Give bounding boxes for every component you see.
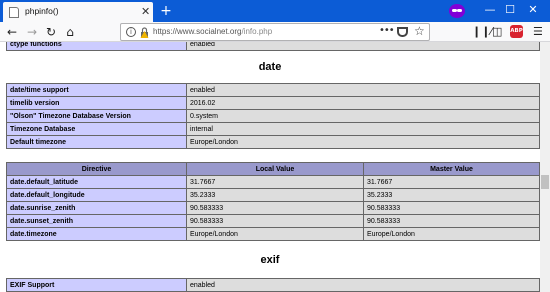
row-value: enabled: [186, 42, 540, 51]
close-tab-icon[interactable]: ✕: [141, 5, 150, 19]
row-label: timelib version: [6, 96, 187, 110]
minimize-icon[interactable]: —: [483, 3, 497, 17]
scrollbar-thumb[interactable]: [541, 175, 549, 189]
reload-icon[interactable]: ↻: [43, 24, 59, 40]
row-value: 2016.02: [186, 96, 540, 110]
local-value: 31.7667: [186, 175, 364, 189]
library-icon[interactable]: ❙❙⁄: [472, 25, 492, 38]
table-row: timelib version 2016.02: [6, 96, 540, 110]
sidebar-icon[interactable]: ◫: [492, 25, 502, 38]
directive-name: date.default_longitude: [6, 188, 187, 202]
row-value: 0.system: [186, 109, 540, 123]
table-row: date.timezone Europe/London Europe/London: [6, 227, 540, 241]
directive-name: date.sunset_zenith: [6, 214, 187, 228]
table-row: date.default_latitude 31.7667 31.7667: [6, 175, 540, 189]
local-value: Europe/London: [186, 227, 364, 241]
pocket-icon[interactable]: [397, 27, 408, 37]
section-heading-date: date: [258, 61, 282, 73]
table-row: date.sunset_zenith 90.583333 90.583333: [6, 214, 540, 228]
local-value: 90.583333: [186, 201, 364, 215]
table-row: Timezone Database internal: [6, 122, 540, 136]
master-value: 90.583333: [363, 201, 540, 215]
row-label: "Olson" Timezone Database Version: [6, 109, 187, 123]
master-value: 31.7667: [363, 175, 540, 189]
forward-icon[interactable]: →: [24, 24, 40, 40]
back-icon[interactable]: ←: [4, 24, 20, 40]
table-header-row: Directive Local Value Master Value: [6, 162, 540, 176]
table-row: date.default_longitude 35.2333 35.2333: [6, 188, 540, 202]
directive-name: date.timezone: [6, 227, 187, 241]
address-bar[interactable]: i https://www.socialnet.org/info.php •••…: [120, 23, 430, 41]
table-row: "Olson" Timezone Database Version 0.syste…: [6, 109, 540, 123]
directive-name: date.sunrise_zenith: [6, 201, 187, 215]
row-label: Default timezone: [6, 135, 187, 149]
row-label: Timezone Database: [6, 122, 187, 136]
master-value: 35.2333: [363, 188, 540, 202]
window-close-icon[interactable]: ✕: [526, 3, 540, 17]
master-value: 90.583333: [363, 214, 540, 228]
page-icon: [9, 7, 19, 18]
site-info-icon[interactable]: i: [126, 27, 136, 37]
tab-phpinfo[interactable]: phpinfo() ✕: [3, 2, 153, 22]
new-tab-button[interactable]: +: [157, 1, 175, 21]
row-value: Europe/London: [186, 135, 540, 149]
table-row: date.sunrise_zenith 90.583333 90.583333: [6, 201, 540, 215]
date-info-table: date/time support enabled timelib version…: [6, 83, 540, 149]
master-value: Europe/London: [363, 227, 540, 241]
directive-name: date.default_latitude: [6, 175, 187, 189]
home-icon[interactable]: ⌂: [62, 24, 78, 40]
table-row: Default timezone Europe/London: [6, 135, 540, 149]
local-value: 35.2333: [186, 188, 364, 202]
page-actions-icon[interactable]: •••: [379, 25, 395, 36]
table-row: date/time support enabled: [6, 83, 540, 97]
page-content: ctype functions enabled date date/time s…: [0, 42, 540, 292]
row-value: enabled: [186, 83, 540, 97]
row-value: enabled: [186, 278, 540, 292]
row-label: EXIF Support: [6, 278, 187, 292]
exif-table: EXIF Support enabled: [6, 278, 540, 292]
adblock-icon[interactable]: ABP: [510, 25, 523, 38]
row-value: internal: [186, 122, 540, 136]
tab-strip: phpinfo() ✕ + — ☐ ✕: [0, 0, 550, 22]
ctype-table: ctype functions enabled: [6, 42, 540, 51]
lock-warning-icon: [140, 27, 149, 38]
private-browsing-icon: [449, 4, 465, 18]
column-header-directive: Directive: [6, 162, 187, 176]
bookmark-star-icon[interactable]: ☆: [414, 24, 425, 38]
vertical-scrollbar[interactable]: [540, 42, 550, 292]
date-directives-table: Directive Local Value Master Value date.…: [6, 162, 540, 241]
navigation-toolbar: ← → ↻ ⌂ i https://www.socialnet.org/info…: [0, 22, 550, 42]
section-heading-exif: exif: [260, 254, 280, 266]
url-text[interactable]: https://www.socialnet.org/info.php: [153, 27, 272, 36]
local-value: 90.583333: [186, 214, 364, 228]
table-row: EXIF Support enabled: [6, 278, 540, 292]
tab-title: phpinfo(): [25, 6, 59, 16]
row-label: date/time support: [6, 83, 187, 97]
column-header-local-value: Local Value: [186, 162, 364, 176]
menu-icon[interactable]: ☰: [533, 25, 543, 38]
column-header-master-value: Master Value: [363, 162, 540, 176]
row-label: ctype functions: [6, 42, 187, 51]
table-row: ctype functions enabled: [6, 42, 540, 51]
maximize-icon[interactable]: ☐: [503, 3, 517, 17]
